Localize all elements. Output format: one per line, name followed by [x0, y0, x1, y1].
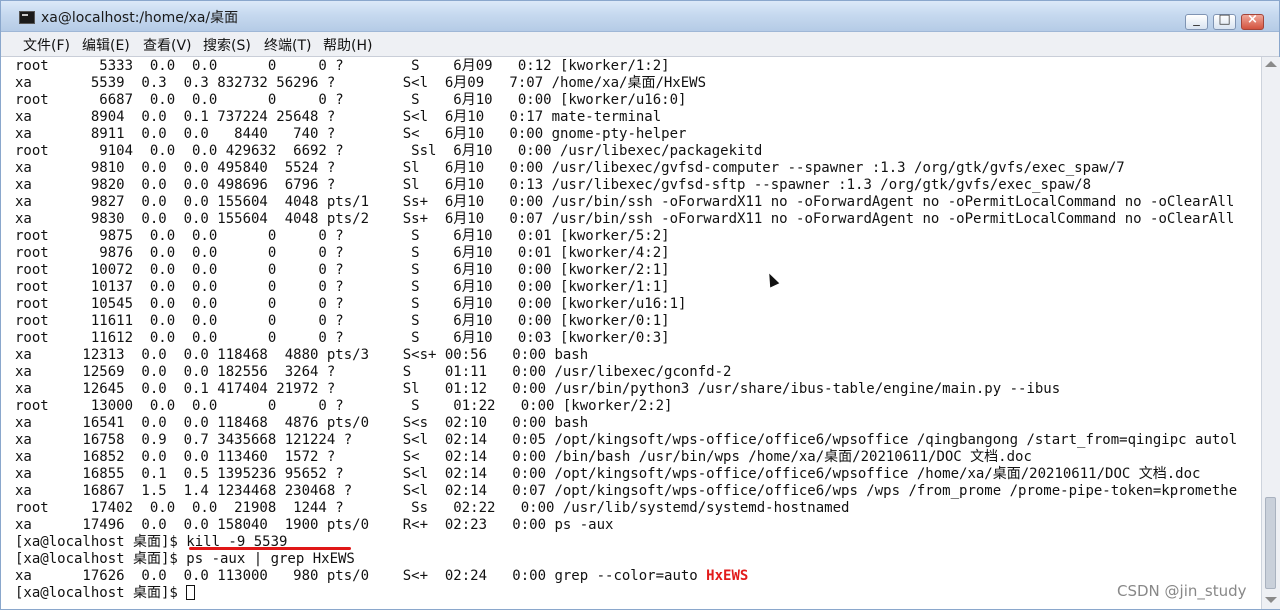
grep-result-prefix: xa 17626 0.0 0.0 113000 980 pts/0 S<+ 02…: [15, 568, 707, 584]
scroll-up-icon[interactable]: [1265, 61, 1277, 67]
scrollbar-thumb[interactable]: [1265, 497, 1276, 589]
terminal-line: xa 8911 0.0 0.0 8440 740 ? S< 6月10 0:00 …: [15, 126, 687, 142]
minimize-icon: _: [1193, 12, 1200, 27]
terminal-line: xa 16758 0.9 0.7 3435668 121224 ? S<l 02…: [15, 432, 1238, 448]
scroll-down-icon[interactable]: [1265, 597, 1277, 603]
maximize-button[interactable]: □: [1213, 12, 1236, 30]
terminal-line: root 11611 0.0 0.0 0 0 ? S 6月10 0:00 [kw…: [15, 313, 670, 329]
menu-view[interactable]: 查看(V): [143, 35, 192, 55]
title-bar[interactable]: xa@localhost:/home/xa/桌面 _ □ ×: [1, 1, 1279, 32]
prompt-line[interactable]: [xa@localhost 桌面]$: [15, 585, 196, 602]
watermark: CSDN @jin_study: [1117, 582, 1247, 600]
terminal-line: xa 9810 0.0 0.0 495840 5524 ? Sl 6月10 0:…: [15, 160, 1125, 176]
terminal-line: root 9876 0.0 0.0 0 0 ? S 6月10 0:01 [kwo…: [15, 245, 670, 261]
maximize-icon: □: [1218, 12, 1231, 27]
terminal-line: xa 12569 0.0 0.0 182556 3264 ? S 01:11 0…: [15, 364, 732, 380]
terminal-line: xa 16867 1.5 1.4 1234468 230468 ? S<l 02…: [15, 483, 1238, 499]
vertical-scrollbar[interactable]: [1261, 57, 1280, 609]
terminal-line: xa 17496 0.0 0.0 158040 1900 pts/0 R<+ 0…: [15, 517, 614, 533]
minimize-button[interactable]: _: [1185, 12, 1208, 30]
shell-prompt: [xa@localhost 桌面]$: [15, 585, 187, 601]
menu-bar: 文件(F) 编辑(E) 查看(V) 搜索(S) 终端(T) 帮助(H): [1, 32, 1279, 57]
terminal-line: xa 9820 0.0 0.0 498696 6796 ? Sl 6月10 0:…: [15, 177, 1092, 193]
close-icon: ×: [1247, 12, 1258, 27]
terminal-line: xa 16855 0.1 0.5 1395236 95652 ? S<l 02:…: [15, 466, 1201, 482]
mouse-pointer-icon: [764, 271, 780, 288]
terminal-line: xa 9827 0.0 0.0 155604 4048 pts/1 Ss+ 6月…: [15, 194, 1235, 210]
text-cursor: [186, 585, 196, 600]
menu-file[interactable]: 文件(F): [23, 35, 70, 55]
terminal-line: xa 12313 0.0 0.0 118468 4880 pts/3 S<s+ …: [15, 347, 589, 363]
terminal-line: root 11612 0.0 0.0 0 0 ? S 6月10 0:03 [kw…: [15, 330, 670, 346]
terminal-line: root 10137 0.0 0.0 0 0 ? S 6月10 0:00 [kw…: [15, 279, 670, 295]
terminal-line: root 13000 0.0 0.0 0 0 ? S 01:22 0:00 [k…: [15, 398, 673, 414]
annotation-underline: [189, 547, 351, 550]
terminal-line: xa 16852 0.0 0.0 113460 1572 ? S< 02:14 …: [15, 449, 1032, 465]
terminal-line: root 9104 0.0 0.0 429632 6692 ? Ssl 6月10…: [15, 143, 763, 159]
menu-help[interactable]: 帮助(H): [323, 35, 372, 55]
close-button[interactable]: ×: [1241, 12, 1264, 30]
terminal-icon: [19, 11, 35, 24]
terminal-line: xa 12645 0.0 0.1 417404 21972 ? Sl 01:12…: [15, 381, 1061, 397]
terminal-line: root 5333 0.0 0.0 0 0 ? S 6月09 0:12 [kwo…: [15, 58, 670, 74]
window-title: xa@localhost:/home/xa/桌面: [41, 10, 239, 26]
terminal-line: root 6687 0.0 0.0 0 0 ? S 6月10 0:00 [kwo…: [15, 92, 687, 108]
terminal-line: root 17402 0.0 0.0 21908 1244 ? Ss 02:22…: [15, 500, 850, 516]
terminal-line: root 10545 0.0 0.0 0 0 ? S 6月10 0:00 [kw…: [15, 296, 687, 312]
terminal-line: xa 5539 0.3 0.3 832732 56296 ? S<l 6月09 …: [15, 75, 707, 91]
terminal-line: root 10072 0.0 0.0 0 0 ? S 6月10 0:00 [kw…: [15, 262, 670, 278]
terminal-window: xa@localhost:/home/xa/桌面 _ □ × 文件(F) 编辑(…: [0, 0, 1280, 610]
menu-terminal[interactable]: 终端(T): [264, 35, 311, 55]
terminal-line: [xa@localhost 桌面]$ ps -aux | grep HxEWS: [15, 551, 355, 567]
terminal-line: xa 8904 0.0 0.1 737224 25648 ? S<l 6月10 …: [15, 109, 662, 125]
terminal-line: xa 16541 0.0 0.0 118468 4876 pts/0 S<s 0…: [15, 415, 589, 431]
terminal-output[interactable]: root 5333 0.0 0.0 0 0 ? S 6月09 0:12 [kwo…: [1, 57, 1261, 609]
grep-result-line: xa 17626 0.0 0.0 113000 980 pts/0 S<+ 02…: [15, 568, 748, 585]
grep-match-highlight: HxEWS: [706, 568, 749, 584]
terminal-line: root 9875 0.0 0.0 0 0 ? S 6月10 0:01 [kwo…: [15, 228, 670, 244]
menu-search[interactable]: 搜索(S): [203, 35, 251, 55]
terminal-line: xa 9830 0.0 0.0 155604 4048 pts/2 Ss+ 6月…: [15, 211, 1235, 227]
menu-edit[interactable]: 编辑(E): [82, 35, 130, 55]
